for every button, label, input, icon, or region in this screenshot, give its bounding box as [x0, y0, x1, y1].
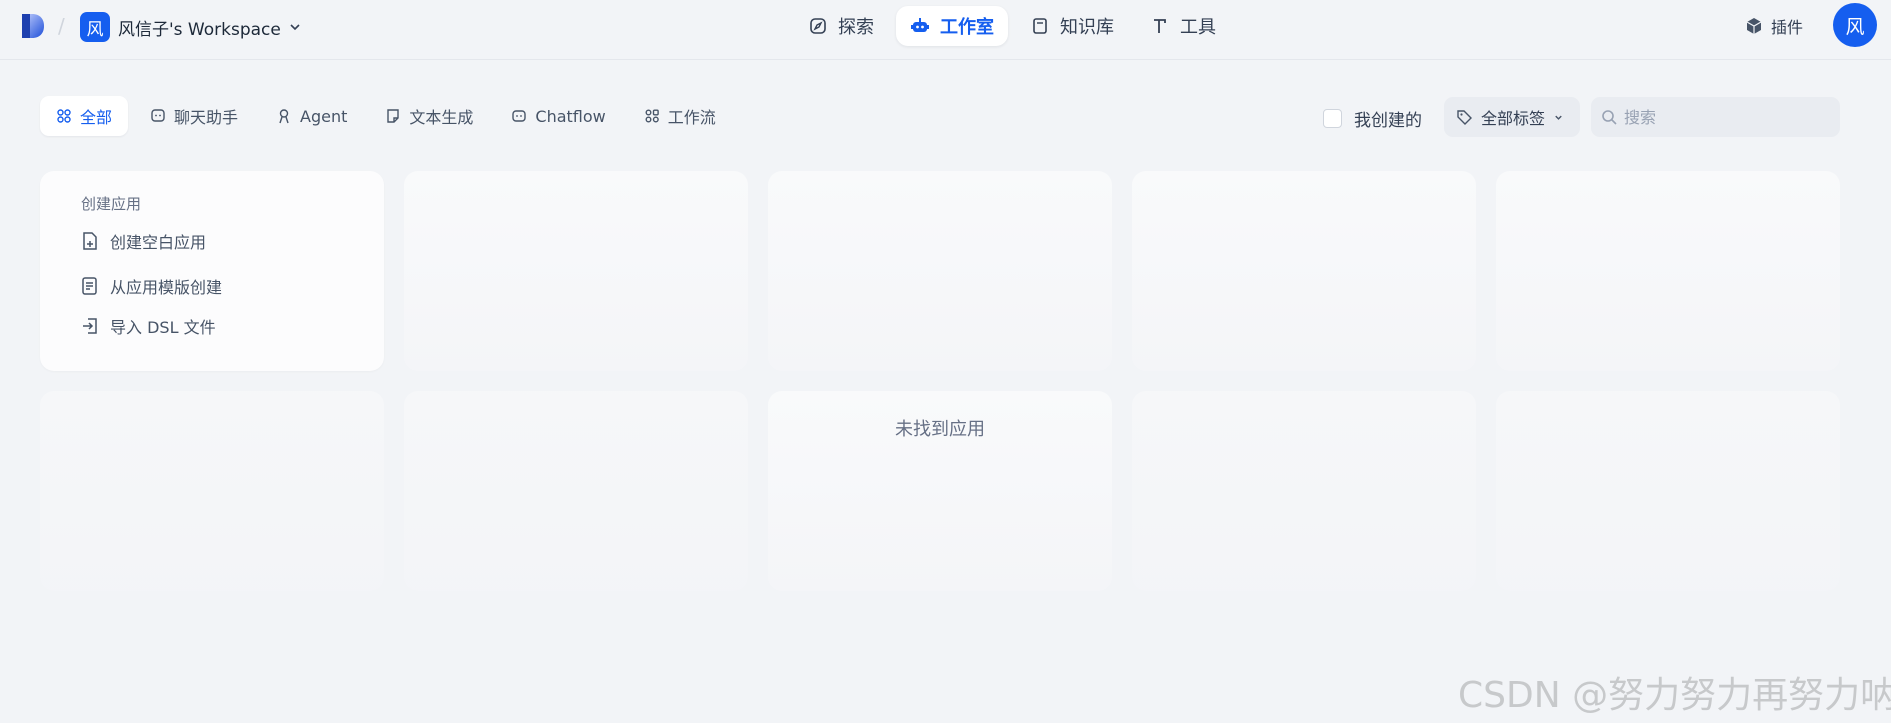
- created-by-me-filter[interactable]: 我创建的: [1323, 106, 1422, 131]
- book-icon: [1033, 18, 1047, 34]
- workspace-avatar: 风: [80, 12, 110, 42]
- nav-explore-label: 探索: [838, 17, 874, 38]
- nav-knowledge-label: 知识库: [1060, 17, 1114, 38]
- create-app-card: 创建应用 创建空白应用 从应用模版创建 导入 DSL 文件: [40, 171, 384, 371]
- empty-state-message: 未找到应用: [895, 419, 985, 440]
- template-icon: [82, 277, 97, 295]
- tab-chatflow-label: Chatflow: [535, 106, 606, 126]
- create-blank-app-label: 创建空白应用: [110, 233, 207, 252]
- tab-workflow[interactable]: 工作流: [628, 96, 732, 136]
- nav-tools-label: 工具: [1180, 17, 1216, 38]
- tab-workflow-label: 工作流: [667, 108, 716, 127]
- chevron-down-icon: [290, 24, 300, 31]
- created-by-me-checkbox[interactable]: [1323, 109, 1342, 128]
- compass-icon: [810, 18, 826, 34]
- chevron-down-icon: [1555, 115, 1562, 120]
- top-header: / 风 风信子's Workspace 探索 工作室 知识库 工具 插件 风: [0, 0, 1891, 60]
- tab-agent-label: Agent: [300, 106, 348, 126]
- watermark-text: CSDN @努力努力再努力呐: [1458, 675, 1891, 716]
- workspace-name: 风信子's Workspace: [118, 19, 281, 40]
- tab-all-label: 全部: [80, 108, 113, 127]
- search-input[interactable]: [1624, 107, 1824, 127]
- placeholder-card: [40, 391, 384, 591]
- placeholder-card: [404, 171, 748, 371]
- tag-filter-select[interactable]: 全部标签: [1444, 97, 1580, 137]
- tab-chatflow[interactable]: Chatflow: [495, 96, 621, 136]
- create-app-title: 创建应用: [81, 195, 142, 213]
- agent-icon: [279, 109, 289, 124]
- placeholder-card: [1132, 391, 1476, 591]
- note-icon: [387, 109, 400, 123]
- tab-all[interactable]: 全部: [40, 96, 129, 136]
- tab-agent[interactable]: Agent: [260, 96, 363, 136]
- chat-icon: [151, 109, 165, 122]
- cube-icon: [1746, 18, 1762, 34]
- placeholder-card: [404, 391, 748, 591]
- create-blank-app-button[interactable]: 创建空白应用: [80, 229, 206, 253]
- workspace-switcher[interactable]: 风 风信子's Workspace: [80, 12, 301, 42]
- nav-studio[interactable]: 工作室: [896, 6, 1008, 46]
- grid-icon: [57, 109, 71, 123]
- import-dsl-button[interactable]: 导入 DSL 文件: [80, 314, 216, 338]
- placeholder-card: [1132, 171, 1476, 371]
- hammer-icon: [1154, 19, 1166, 33]
- created-by-me-label: 我创建的: [1354, 111, 1422, 131]
- placeholder-card: [768, 171, 1112, 371]
- robot-icon: [911, 18, 929, 32]
- nav-studio-label: 工作室: [940, 17, 994, 38]
- breadcrumb-separator: /: [58, 14, 65, 38]
- create-from-template-label: 从应用模版创建: [110, 278, 223, 297]
- tab-completion-label: 文本生成: [409, 108, 474, 127]
- plugins-button[interactable]: 插件: [1745, 14, 1803, 38]
- create-from-template-button[interactable]: 从应用模版创建: [80, 274, 222, 298]
- main-nav: 探索 工作室 知识库 工具: [794, 6, 1230, 46]
- file-plus-icon: [83, 232, 97, 250]
- tab-chatbot[interactable]: 聊天助手: [134, 96, 254, 136]
- placeholder-card: [1496, 171, 1840, 371]
- tag-icon: [1457, 109, 1472, 125]
- search-icon: [1602, 109, 1617, 125]
- chatflow-icon: [512, 110, 527, 122]
- import-icon: [83, 318, 97, 334]
- tab-completion[interactable]: 文本生成: [369, 96, 489, 136]
- nav-explore[interactable]: 探索: [794, 6, 888, 46]
- placeholder-card: [1496, 391, 1840, 591]
- plugins-label: 插件: [1771, 18, 1804, 37]
- nav-knowledge[interactable]: 知识库: [1016, 6, 1128, 46]
- nav-tools[interactable]: 工具: [1136, 6, 1230, 46]
- empty-state-card: 未找到应用: [768, 391, 1112, 591]
- workflow-icon: [645, 109, 659, 123]
- import-dsl-label: 导入 DSL 文件: [110, 318, 216, 337]
- tag-filter-label: 全部标签: [1481, 109, 1546, 128]
- search-box[interactable]: [1591, 97, 1840, 137]
- dify-logo-icon[interactable]: [20, 12, 46, 40]
- user-avatar[interactable]: 风: [1833, 3, 1877, 47]
- tab-chatbot-label: 聊天助手: [174, 108, 239, 127]
- app-type-tabs: 全部 聊天助手 Agent 文本生成 Chatflow 工作流: [40, 96, 732, 136]
